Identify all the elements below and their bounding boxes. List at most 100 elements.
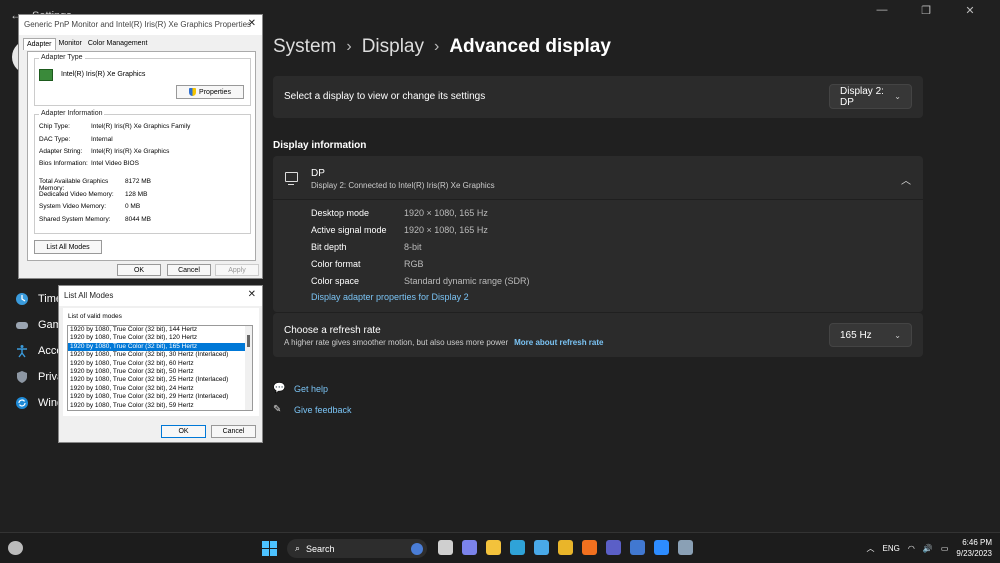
taskbar: ⌕ Search ︿ ENG ◠ 🔊 ▭ 6:46 PM 9/23/2023 (0, 532, 1000, 563)
refresh-rate-subtitle: A higher rate gives smoother motion, but… (284, 338, 603, 347)
settings-icon[interactable] (678, 540, 693, 555)
clock-time: 6:46 PM (962, 538, 992, 547)
list-item[interactable]: 1920 by 1080, True Color (32 bit), 144 H… (68, 326, 252, 334)
info-row: Bit depth 8-bit (311, 242, 530, 259)
list-item[interactable]: 1920 by 1080, True Color (32 bit), 59 He… (68, 402, 252, 410)
list-item[interactable]: 1920 by 1080, True Color (32 bit), 50 He… (68, 368, 252, 376)
cancel-button[interactable]: Cancel (211, 425, 256, 438)
list-all-modes-button[interactable]: List All Modes (34, 240, 102, 254)
chrome-icon[interactable] (558, 540, 573, 555)
refresh-rate-title: Choose a refresh rate (284, 325, 381, 336)
start-button[interactable] (262, 541, 277, 556)
chat-icon[interactable] (462, 540, 477, 555)
info-key: Chip Type: (39, 123, 70, 130)
taskbar-search[interactable]: ⌕ Search (287, 539, 427, 558)
dialog-titlebar[interactable]: Generic PnP Monitor and Intel(R) Iris(R)… (19, 15, 262, 35)
monitor-icon (285, 172, 298, 185)
modes-listbox[interactable]: 1920 by 1080, True Color (32 bit), 144 H… (67, 325, 253, 411)
weather-icon[interactable] (8, 541, 23, 555)
list-item[interactable]: 1920 by 1080, True Color (32 bit), 29 He… (68, 393, 252, 401)
ok-button[interactable]: OK (161, 425, 206, 438)
minimize-button[interactable]: — (860, 4, 904, 17)
language-indicator[interactable]: ENG (883, 544, 900, 553)
volume-icon[interactable]: 🔊 (923, 544, 933, 553)
display-name: DP (311, 168, 325, 179)
memory-row: Shared System Memory: 8044 MB (39, 216, 151, 223)
feedback-icon: ✎ (273, 404, 282, 415)
uac-shield-icon (189, 88, 197, 96)
apply-button[interactable]: Apply (215, 264, 259, 276)
memory-value: 8044 MB (125, 216, 152, 223)
memory-key: Dedicated Video Memory: (39, 191, 114, 198)
info-row: Bios Information: Intel Video BIOS (39, 160, 139, 167)
list-item[interactable]: 1920 by 1080, True Color (32 bit), 60 He… (68, 360, 252, 368)
tab-adapter[interactable]: Adapter (23, 38, 56, 50)
battery-icon[interactable]: ▭ (941, 544, 949, 553)
close-button[interactable]: ✕ (948, 4, 992, 17)
display-info-header[interactable]: DP Display 2: Connected to Intel(R) Iris… (273, 156, 923, 200)
refresh-rate-dropdown[interactable]: 165 Hz ⌄ (829, 323, 912, 347)
teams-icon[interactable] (606, 540, 621, 555)
info-row: Chip Type: Intel(R) Iris(R) Xe Graphics F… (39, 123, 190, 130)
list-item-selected[interactable]: 1920 by 1080, True Color (32 bit), 165 H… (68, 342, 252, 352)
properties-button[interactable]: Properties (176, 85, 244, 99)
close-icon[interactable]: ✕ (248, 289, 256, 300)
refresh-rate-card: Choose a refresh rate A higher rate give… (273, 313, 923, 357)
memory-row: Dedicated Video Memory: 128 MB (39, 191, 147, 198)
section-title: Display information (273, 140, 367, 151)
list-item[interactable]: 1920 by 1080, True Color (32 bit), 30 He… (68, 351, 252, 359)
chevron-down-icon: ⌄ (894, 330, 901, 340)
list-item[interactable]: 1920 by 1080, True Color (32 bit), 25 He… (68, 376, 252, 384)
task-view-icon[interactable] (438, 540, 453, 555)
globe-clock-icon (14, 291, 30, 307)
breadcrumb-display[interactable]: Display (362, 36, 424, 58)
tab-monitor[interactable]: Monitor (56, 38, 85, 50)
give-feedback-link[interactable]: ✎ Give feedback (273, 399, 352, 420)
edge-icon[interactable] (510, 540, 525, 555)
wifi-icon[interactable]: ◠ (908, 544, 915, 553)
adapter-info-label: Adapter Information (39, 110, 105, 117)
system-tray: ︿ ENG ◠ 🔊 ▭ 6:46 PM 9/23/2023 (867, 537, 992, 559)
adapter-type-label: Adapter Type (39, 54, 85, 61)
memory-key: Total Available Graphics Memory: (39, 178, 109, 192)
properties-button-label: Properties (199, 88, 231, 96)
chevron-up-icon[interactable]: ︿ (867, 543, 875, 554)
help-icon: 💬 (273, 383, 286, 394)
info-row: Color format RGB (311, 259, 530, 276)
chevron-up-icon[interactable]: ︿ (901, 172, 911, 187)
breadcrumb: System › Display › Advanced display (273, 36, 611, 58)
file-explorer-icon[interactable] (486, 540, 501, 555)
info-value: 8-bit (404, 242, 422, 252)
windows-logo-tile (270, 549, 277, 556)
get-help-link[interactable]: 💬 Get help (273, 378, 352, 399)
list-item[interactable]: 1920 by 1080, True Color (32 bit), 120 H… (68, 334, 252, 342)
modes-list-label: List of valid modes (68, 313, 122, 320)
select-display-label: Select a display to view or change its s… (284, 91, 486, 102)
select-display-card: Select a display to view or change its s… (273, 76, 923, 118)
info-row: Color space Standard dynamic range (SDR) (311, 276, 530, 293)
ok-button[interactable]: OK (117, 264, 161, 276)
maximize-button[interactable]: ❐ (904, 4, 948, 17)
list-item[interactable]: 1920 by 1080, True Color (32 bit), 24 He… (68, 385, 252, 393)
tab-color-management[interactable]: Color Management (85, 38, 151, 50)
app-icon[interactable] (630, 540, 645, 555)
scrollbar[interactable] (245, 326, 252, 410)
display-select-dropdown[interactable]: Display 2: DP ⌄ (829, 84, 912, 109)
store-icon[interactable] (534, 540, 549, 555)
breadcrumb-system[interactable]: System (273, 36, 336, 58)
info-key: Desktop mode (311, 208, 370, 218)
info-row: Adapter String: Intel(R) Iris(R) Xe Graph… (39, 148, 169, 155)
cancel-button[interactable]: Cancel (167, 264, 211, 276)
close-icon[interactable]: ✕ (248, 18, 256, 29)
dialog-titlebar[interactable]: List All Modes ✕ (59, 286, 262, 306)
refresh-rate-link[interactable]: More about refresh rate (514, 338, 603, 347)
info-value: Intel(R) Iris(R) Xe Graphics (91, 148, 170, 155)
info-value: 1920 × 1080, 165 Hz (404, 208, 488, 218)
firefox-icon[interactable] (582, 540, 597, 555)
zoom-icon[interactable] (654, 540, 669, 555)
clock[interactable]: 6:46 PM 9/23/2023 (956, 537, 992, 559)
memory-value: 8172 MB (125, 178, 152, 185)
display-select-value: Display 2: DP (840, 85, 884, 108)
page-title: Advanced display (449, 36, 611, 57)
adapter-properties-link[interactable]: Display adapter properties for Display 2 (311, 292, 469, 302)
